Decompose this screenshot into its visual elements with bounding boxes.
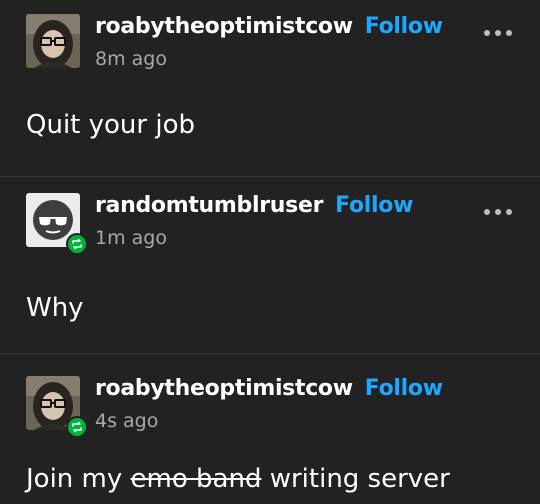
username-text[interactable]: roabytheoptimistcow: [95, 14, 353, 39]
reblog-icon: [66, 233, 88, 255]
post-header: roabytheoptimistcow Follow 4s ago: [26, 376, 516, 438]
post-3: roabytheoptimistcow Follow 4s ago Join my…: [0, 354, 540, 504]
username[interactable]: randomtumblruser Follow: [95, 193, 413, 218]
more-options-icon[interactable]: [484, 207, 512, 217]
body-text-after: writing server: [261, 464, 450, 494]
body-text-struck: emo band: [130, 464, 262, 494]
timestamp: 4s ago: [95, 410, 159, 432]
username-text[interactable]: randomtumblruser: [95, 193, 323, 218]
avatar[interactable]: [26, 376, 88, 438]
avatar[interactable]: [26, 14, 80, 68]
reblog-icon: [66, 416, 88, 438]
follow-button[interactable]: Follow: [365, 376, 443, 401]
timestamp: 1m ago: [95, 227, 167, 249]
post-1: roabytheoptimistcow Follow 8m ago Quit yo…: [0, 0, 540, 177]
more-options-icon[interactable]: [484, 28, 512, 38]
post-body: Why: [26, 293, 84, 323]
follow-button[interactable]: Follow: [365, 14, 443, 39]
post-2: randomtumblruser Follow 1m ago Why: [0, 177, 540, 354]
post-header: randomtumblruser Follow 1m ago: [26, 193, 516, 255]
post-header: roabytheoptimistcow Follow 8m ago: [26, 14, 516, 70]
timestamp: 8m ago: [95, 48, 167, 70]
person-with-glasses-avatar-icon: [26, 14, 80, 68]
avatar[interactable]: [26, 193, 88, 255]
username-text[interactable]: roabytheoptimistcow: [95, 376, 353, 401]
username[interactable]: roabytheoptimistcow Follow: [95, 14, 443, 39]
follow-button[interactable]: Follow: [335, 193, 413, 218]
username[interactable]: roabytheoptimistcow Follow: [95, 376, 443, 401]
post-body: Quit your job: [26, 110, 195, 140]
post-body: Join my emo band writing server: [26, 464, 450, 494]
body-text-before: Join my: [26, 464, 131, 494]
